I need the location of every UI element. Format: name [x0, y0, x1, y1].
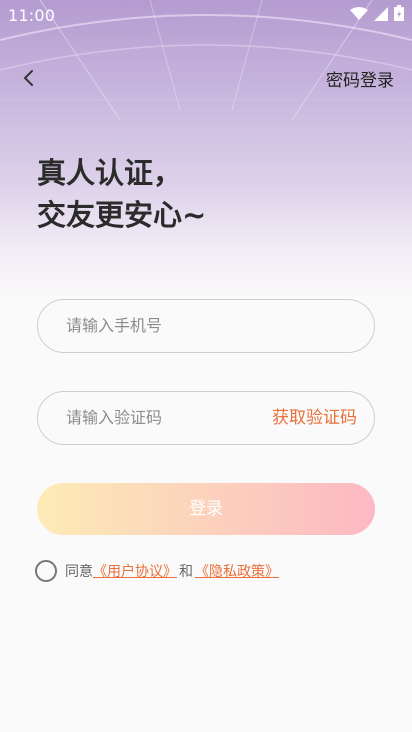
chevron-left-icon [16, 70, 44, 96]
headline-line-1: 真人认证， [37, 156, 183, 190]
agreement-conjunction: 和 [179, 564, 193, 580]
wifi-icon [350, 6, 368, 25]
code-input[interactable]: 请输入验证码 [66, 392, 162, 444]
agreement-row: 同意 《用户协议》 和 《隐私政策》 [35, 559, 279, 583]
agreement-prefix: 同意 [65, 564, 93, 580]
page-headline: 真人认证， 交友更安心~ [37, 152, 206, 236]
phone-input[interactable]: 请输入手机号 [66, 300, 162, 352]
password-login-link[interactable]: 密码登录 [326, 66, 394, 91]
battery-icon [394, 5, 404, 25]
status-bar: 11:00 [0, 0, 412, 30]
privacy-policy-link[interactable]: 《隐私政策》 [195, 561, 279, 581]
back-button[interactable] [16, 64, 44, 92]
top-nav: 密码登录 [0, 58, 412, 98]
phone-field[interactable]: 请输入手机号 [37, 299, 375, 353]
status-icons [350, 5, 404, 25]
agree-checkbox[interactable] [35, 560, 57, 582]
status-time: 11:00 [8, 5, 56, 25]
login-button[interactable]: 登录 [37, 483, 375, 535]
header-background [0, 0, 412, 300]
code-field[interactable]: 请输入验证码 获取验证码 [37, 391, 375, 445]
user-agreement-link[interactable]: 《用户协议》 [93, 561, 177, 581]
signal-icon [374, 6, 388, 25]
get-code-button[interactable]: 获取验证码 [272, 392, 357, 444]
headline-line-2: 交友更安心~ [37, 198, 207, 232]
